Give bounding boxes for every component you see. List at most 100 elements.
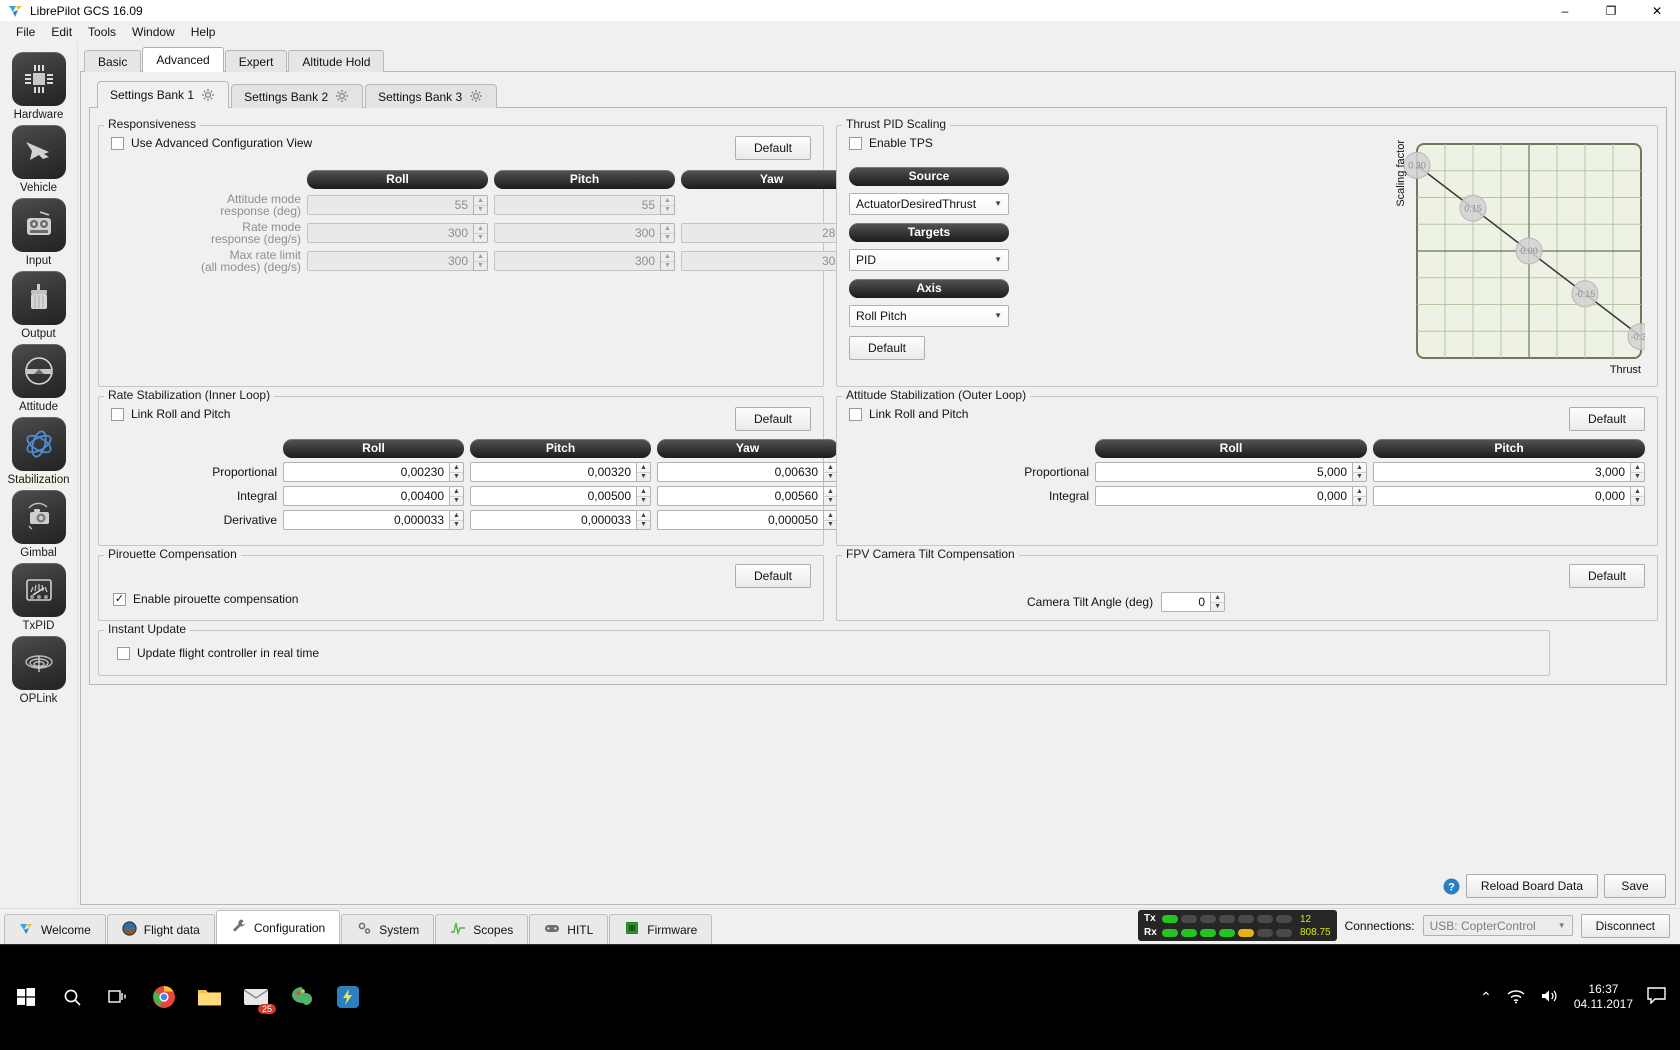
attitude-stabilization-default-button[interactable]: Default <box>1569 407 1645 431</box>
instant-update-checkbox[interactable]: Update flight controller in real time <box>117 646 319 660</box>
attitude-stabilization-title: Attitude Stabilization (Outer Loop) <box>842 388 1031 402</box>
rate-proportional-pitch-input[interactable]: ▲▼ <box>470 462 651 482</box>
file-explorer-icon[interactable] <box>188 976 232 1018</box>
mail-icon[interactable]: 25 <box>234 976 278 1018</box>
rate-mode-response-roll-input[interactable]: ▲▼ <box>307 223 488 243</box>
rate-mode-response-yaw-input[interactable]: ▲▼ <box>681 223 862 243</box>
pirouette-default-button[interactable]: Default <box>735 564 811 588</box>
reload-board-data-button[interactable]: Reload Board Data <box>1465 874 1598 898</box>
disconnect-button[interactable]: Disconnect <box>1580 913 1670 938</box>
window-title: LibrePilot GCS 16.09 <box>30 3 143 18</box>
tab-altitude-hold[interactable]: Altitude Hold <box>288 50 385 72</box>
tps-chart-svg[interactable]: 0.30 0.15 0.00 -0.15 -0.30 <box>1395 136 1655 376</box>
attitude-mode-response-roll-input[interactable]: ▲▼ <box>307 195 488 215</box>
max-rate-limit-roll-input[interactable]: ▲▼ <box>307 251 488 271</box>
mode-tab-firmware[interactable]: Firmware <box>609 914 713 944</box>
tray-chevron-up-icon[interactable]: ⌃ <box>1480 989 1492 1006</box>
tps-source-select[interactable]: ActuatorDesiredThrust ▼ <box>849 192 1009 215</box>
tab-advanced[interactable]: Advanced <box>142 47 224 72</box>
transmitter-icon <box>11 198 66 252</box>
max-rate-limit-yaw-input[interactable]: ▲▼ <box>681 251 862 271</box>
attitude-mode-response-pitch-input[interactable]: ▲▼ <box>494 195 675 215</box>
waveform-icon <box>450 920 466 939</box>
tps-targets-select[interactable]: PID ▼ <box>849 248 1009 271</box>
connection-select[interactable]: USB: CopterControl ▼ <box>1422 915 1573 936</box>
sidebar-item-txpid[interactable]: TxPID <box>0 563 78 632</box>
close-button[interactable]: ✕ <box>1634 0 1680 22</box>
mode-tab-welcome[interactable]: Welcome <box>4 914 106 944</box>
tab-expert[interactable]: Expert <box>224 50 288 72</box>
attitude-link-roll-pitch-checkbox[interactable]: Link Roll and Pitch <box>849 407 968 421</box>
camera-tilt-angle-input[interactable]: ▲▼ <box>1161 592 1226 612</box>
sidebar-item-output[interactable]: Output <box>0 271 78 340</box>
mode-tab-hitl[interactable]: HITL <box>529 914 609 944</box>
max-rate-limit-pitch-input[interactable]: ▲▼ <box>494 251 675 271</box>
tps-curve-chart[interactable]: Scaling factor 0.30 0.15 0.00 -0.15 -0.30 Th… <box>1395 136 1655 376</box>
rate-proportional-yaw-input[interactable]: ▲▼ <box>657 462 838 482</box>
chip-icon <box>11 52 66 106</box>
menu-edit[interactable]: Edit <box>43 23 80 41</box>
tps-axis-select[interactable]: Roll Pitch ▼ <box>849 304 1009 327</box>
sidebar-label-stabilization: Stabilization <box>7 474 70 486</box>
librepilot-taskbar-icon[interactable] <box>326 976 370 1018</box>
chrome-icon[interactable] <box>142 976 186 1018</box>
motor-icon <box>11 271 66 325</box>
windows-start-icon[interactable] <box>4 976 48 1018</box>
gamepad-icon <box>544 920 560 939</box>
tab-settings-bank-1[interactable]: Settings Bank 1 <box>97 81 230 108</box>
attitude-integral-pitch-input[interactable]: ▲▼ <box>1373 486 1645 506</box>
tps-default-button[interactable]: Default <box>849 335 925 360</box>
mode-tab-flight-data[interactable]: Flight data <box>106 914 215 944</box>
attitude-proportional-pitch-input[interactable]: ▲▼ <box>1373 462 1645 482</box>
rate-derivative-roll-input[interactable]: ▲▼ <box>283 510 464 530</box>
fpv-tilt-default-button[interactable]: Default <box>1569 564 1645 588</box>
responsiveness-default-button[interactable]: Default <box>735 136 811 160</box>
rate-integral-yaw-input[interactable]: ▲▼ <box>657 486 838 506</box>
sidebar-item-stabilization[interactable]: Stabilization <box>0 417 78 486</box>
rate-derivative-pitch-input[interactable]: ▲▼ <box>470 510 651 530</box>
mode-tab-scopes[interactable]: Scopes <box>435 914 529 944</box>
tab-basic[interactable]: Basic <box>84 50 142 72</box>
tab-settings-bank-2[interactable]: Settings Bank 2 <box>231 84 364 108</box>
sidebar-item-oplink[interactable]: OPLink <box>0 636 78 705</box>
rate-proportional-roll-input[interactable]: ▲▼ <box>283 462 464 482</box>
attitude-proportional-roll-input[interactable]: ▲▼ <box>1095 462 1367 482</box>
sidebar-item-gimbal[interactable]: Gimbal <box>0 490 78 559</box>
sidebar-item-hardware[interactable]: Hardware <box>0 52 78 121</box>
task-view-icon[interactable] <box>96 976 140 1018</box>
mode-tab-system[interactable]: System <box>341 914 435 944</box>
enable-pirouette-compensation-checkbox[interactable]: ✓ Enable pirouette compensation <box>113 592 298 606</box>
menu-tools[interactable]: Tools <box>80 23 124 41</box>
chevron-down-icon: ▼ <box>994 311 1002 320</box>
volume-icon[interactable] <box>1540 988 1560 1007</box>
rate-stabilization-default-button[interactable]: Default <box>735 407 811 431</box>
rate-mode-response-pitch-input[interactable]: ▲▼ <box>494 223 675 243</box>
help-question-icon[interactable]: ? <box>1443 878 1460 895</box>
menu-window[interactable]: Window <box>124 23 183 41</box>
attitude-integral-roll-input[interactable]: ▲▼ <box>1095 486 1367 506</box>
notification-icon[interactable] <box>1647 987 1666 1007</box>
rate-integral-pitch-input[interactable]: ▲▼ <box>470 486 651 506</box>
checkbox-box <box>849 407 862 421</box>
paint-icon[interactable] <box>280 976 324 1018</box>
menu-file[interactable]: File <box>8 23 43 41</box>
wifi-icon[interactable] <box>1506 988 1526 1007</box>
rx-led <box>1256 928 1273 937</box>
taskbar-clock[interactable]: 16:37 04.11.2017 <box>1574 982 1633 1012</box>
save-button[interactable]: Save <box>1604 874 1666 898</box>
minimize-button[interactable]: – <box>1542 0 1588 22</box>
rate-integral-roll-input[interactable]: ▲▼ <box>283 486 464 506</box>
sidebar-item-attitude[interactable]: Attitude <box>0 344 78 413</box>
menu-help[interactable]: Help <box>183 23 224 41</box>
mode-tab-welcome-label: Welcome <box>41 922 91 937</box>
mode-tab-configuration[interactable]: Configuration <box>215 910 341 944</box>
sidebar-item-input[interactable]: Input <box>0 198 78 267</box>
tab-settings-bank-3[interactable]: Settings Bank 3 <box>365 84 498 108</box>
rate-derivative-yaw-input[interactable]: ▲▼ <box>657 510 838 530</box>
search-icon[interactable] <box>50 976 94 1018</box>
sidebar-item-vehicle[interactable]: Vehicle <box>0 125 78 194</box>
rate-link-roll-pitch-checkbox[interactable]: Link Roll and Pitch <box>111 407 230 421</box>
maximize-button[interactable]: ❐ <box>1588 0 1634 22</box>
use-advanced-config-view-checkbox[interactable]: Use Advanced Configuration View <box>111 136 312 150</box>
enable-tps-checkbox[interactable]: Enable TPS <box>849 136 933 150</box>
